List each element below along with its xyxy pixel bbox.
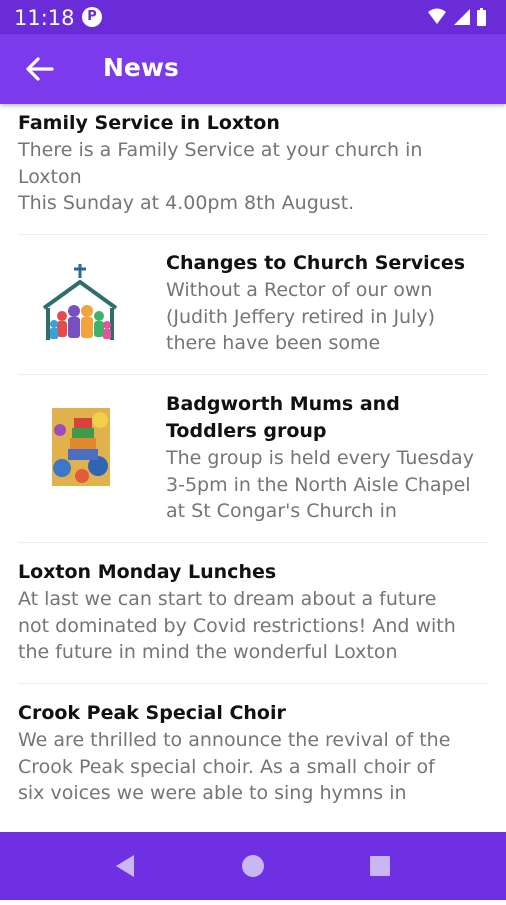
news-title: Badgworth Mums and Toddlers group bbox=[166, 393, 400, 442]
nav-recents-icon[interactable] bbox=[370, 856, 390, 876]
back-button[interactable] bbox=[20, 51, 60, 87]
news-summary: We are thrilled to announce the revival … bbox=[18, 729, 451, 804]
news-summary: There is a Family Service at your church… bbox=[18, 139, 423, 214]
news-item[interactable]: Family Service in Loxton There is a Fami… bbox=[18, 110, 488, 235]
nav-back-icon[interactable] bbox=[116, 855, 134, 877]
news-summary: Without a Rector of our own (Judith Jeff… bbox=[166, 279, 436, 354]
wifi-icon bbox=[428, 8, 446, 24]
status-icons bbox=[426, 7, 496, 27]
app-notification-icon: P bbox=[82, 7, 102, 27]
battery-icon bbox=[477, 8, 486, 26]
news-title: Family Service in Loxton bbox=[18, 112, 280, 134]
church-family-logo-image bbox=[38, 264, 122, 348]
status-bar: 11:18 P bbox=[0, 0, 506, 34]
news-list[interactable]: Family Service in Loxton There is a Fami… bbox=[0, 104, 506, 832]
cell-signal-icon bbox=[454, 9, 470, 25]
news-item[interactable]: Changes to Church Services Without a Rec… bbox=[18, 250, 488, 375]
status-time: 11:18 bbox=[14, 6, 75, 30]
app-bar: News bbox=[0, 34, 506, 104]
nav-home-icon[interactable] bbox=[242, 855, 264, 877]
arrow-back-icon bbox=[26, 57, 54, 81]
news-title: Loxton Monday Lunches bbox=[18, 561, 277, 583]
system-nav-bar bbox=[0, 832, 506, 900]
news-item[interactable]: Badgworth Mums and Toddlers group The gr… bbox=[18, 391, 488, 543]
news-summary: The group is held every Tuesday 3-5pm in… bbox=[166, 447, 474, 522]
page-title: News bbox=[103, 53, 179, 82]
news-item[interactable]: Crook Peak Special Choir We are thrilled… bbox=[18, 700, 488, 824]
news-item[interactable]: Loxton Monday Lunches At last we can sta… bbox=[18, 559, 488, 684]
news-title: Crook Peak Special Choir bbox=[18, 702, 286, 724]
toddler-toys-image bbox=[52, 408, 110, 486]
news-summary: At last we can start to dream about a fu… bbox=[18, 588, 456, 663]
news-title: Changes to Church Services bbox=[166, 252, 466, 274]
